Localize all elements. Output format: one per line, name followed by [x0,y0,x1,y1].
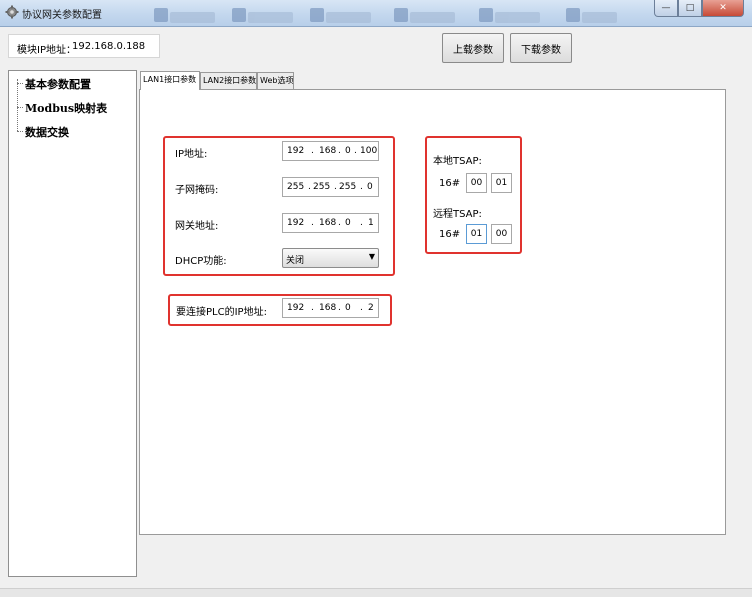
chevron-down-icon: ▼ [368,252,375,261]
tree-connector [17,79,19,131]
subnet-mask-input[interactable]: 255. 255. 255. 0 [282,177,379,197]
ip-octet: 168 [319,146,337,156]
taskbar-blur [394,8,455,23]
plc-octet: 2 [368,303,374,313]
taskbar-blur [479,8,540,23]
dhcp-label: DHCP功能: [175,256,227,267]
gateway-octet: 1 [368,218,374,228]
ip-octet: 0 [345,146,351,156]
tree-connector [17,131,23,132]
local-tsap-byte2[interactable]: 01 [491,173,512,193]
module-ip-box: 模块IP地址： 192.168.0.188 [8,34,160,58]
gateway-octet: 0 [345,218,351,228]
nav-tree: 基本参数配置 Modbus映射表 数据交换 [8,70,137,577]
maximize-button[interactable]: □ [678,0,702,17]
title-bar: 协议网关参数配置 — □ ✕ [0,0,752,27]
tree-item-basic-params[interactable]: 基本参数配置 [25,76,91,92]
tree-item-data-exchange[interactable]: 数据交换 [25,124,69,140]
ip-address-label: IP地址: [175,149,208,160]
tab-web[interactable]: Web选项 [257,72,294,89]
plc-octet: 0 [345,303,351,313]
minimize-button[interactable]: — [654,0,678,17]
ip-address-input[interactable]: 192. 168. 0. 100 [282,141,379,161]
tab-lan1[interactable]: LAN1接口参数 [140,71,200,90]
local-tsap-byte1[interactable]: 00 [466,173,487,193]
gateway-input[interactable]: 192. 168. 0. 1 [282,213,379,233]
gear-icon [5,5,19,19]
gateway-octet: 168 [319,218,337,228]
tree-item-modbus-map[interactable]: Modbus映射表 [25,100,107,116]
tree-connector [17,107,23,108]
tree-connector [17,83,23,84]
dhcp-select[interactable]: 关闭 ▼ [282,248,379,268]
remote-tsap-byte2[interactable]: 00 [491,224,512,244]
tab-lan2[interactable]: LAN2接口参数 [200,72,257,89]
mask-octet: 0 [367,182,373,192]
mask-octet: 255 [339,182,357,192]
download-params-button[interactable]: 下载参数 [510,33,572,63]
taskbar-blur [232,8,293,23]
mask-octet: 255 [287,182,305,192]
mask-octet: 255 [313,182,331,192]
ip-octet: 192 [287,146,305,156]
taskbar-blur [154,8,215,23]
window-controls: — □ ✕ [654,0,744,17]
ip-octet: 100 [360,146,378,156]
module-ip-value: 192.168.0.188 [72,41,146,52]
remote-tsap-byte1[interactable]: 01 [466,224,487,244]
close-button[interactable]: ✕ [702,0,744,17]
plc-octet: 192 [287,303,305,313]
gateway-label: 网关地址: [175,221,219,232]
window-title: 协议网关参数配置 [22,10,102,21]
plc-ip-input[interactable]: 192. 168. 0. 2 [282,298,379,318]
plc-ip-label: 要连接PLC的IP地址: [176,307,267,318]
subnet-mask-label: 子网掩码: [175,185,219,196]
taskbar-blur [310,8,371,23]
plc-octet: 168 [319,303,337,313]
remote-tsap-prefix: 16# [439,229,461,240]
taskbar-blur [566,8,617,23]
remote-tsap-label: 远程TSAP: [433,209,482,220]
module-ip-label: 模块IP地址： [17,45,76,56]
gateway-octet: 192 [287,218,305,228]
local-tsap-prefix: 16# [439,178,461,189]
dhcp-value: 关闭 [286,256,305,266]
upload-params-button[interactable]: 上载参数 [442,33,504,63]
local-tsap-label: 本地TSAP: [433,156,482,167]
